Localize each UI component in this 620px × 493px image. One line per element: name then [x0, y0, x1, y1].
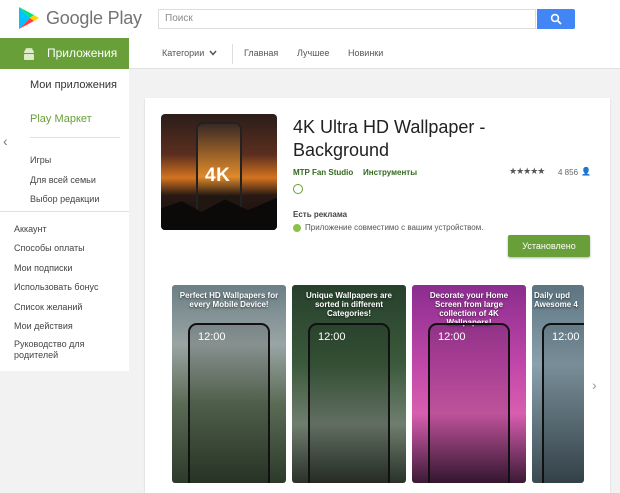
screenshot-4[interactable]: Daily upd Awesome 4 12:00: [532, 285, 584, 483]
google-play-logo[interactable]: Google Play: [18, 6, 158, 32]
app-icon: 4K: [161, 114, 277, 230]
app-title: 4K Ultra HD Wallpaper - Background: [293, 117, 486, 160]
chevron-left-icon[interactable]: ‹: [3, 133, 8, 149]
rating-count: 4 856: [558, 168, 579, 177]
sidebar-main: Мои приложения Play Маркет Игры Для всей…: [0, 69, 129, 211]
sidebar-item-subscriptions[interactable]: Мои подписки: [14, 263, 124, 274]
nav-divider: [232, 44, 233, 64]
search-icon: [550, 13, 562, 25]
nav-categories-label: Категории: [162, 48, 205, 58]
nav-bar: Приложения Категории Главная Лучшее Нови…: [0, 38, 620, 69]
installed-button[interactable]: Установлено: [508, 235, 590, 257]
search-input[interactable]: Поиск: [158, 9, 536, 29]
screenshot-caption: Daily upd Awesome 4: [534, 291, 578, 309]
sidebar-play-market[interactable]: Play Маркет: [30, 113, 92, 125]
content-rating-icon: [293, 184, 303, 194]
clock-text: 12:00: [552, 331, 580, 343]
sidebar-account: Аккаунт Способы оплаты Мои подписки Испо…: [0, 211, 129, 371]
sidebar-item-activity[interactable]: Мои действия: [14, 321, 124, 332]
sidebar-item-editors-choice[interactable]: Выбор редакции: [30, 194, 99, 204]
category-link[interactable]: Инструменты: [363, 168, 417, 177]
search-placeholder: Поиск: [165, 13, 193, 24]
screenshot-caption: Unique Wallpapers are sorted in differen…: [306, 291, 392, 318]
chevron-down-icon: [209, 50, 217, 56]
phone-frame: 12:00: [542, 323, 584, 483]
nav-top[interactable]: Лучшее: [297, 48, 329, 58]
phone-frame: 12:00: [428, 323, 510, 483]
phone-frame: 12:00: [308, 323, 390, 483]
sidebar-item-games[interactable]: Игры: [30, 155, 51, 165]
nav-categories[interactable]: Категории: [162, 48, 217, 58]
search-button[interactable]: [537, 9, 575, 29]
person-icon: 👤: [581, 167, 591, 176]
app-icon-text: 4K: [205, 165, 231, 186]
sidebar-item-redeem[interactable]: Использовать бонус: [14, 282, 124, 293]
ads-label: Есть реклама: [293, 210, 348, 219]
play-triangle-icon: [19, 7, 39, 29]
sidebar-item-family[interactable]: Для всей семьи: [30, 175, 96, 185]
check-icon: [293, 224, 301, 232]
chevron-right-icon[interactable]: ›: [592, 377, 597, 393]
android-icon: [24, 47, 34, 60]
app-details-card: 4K 4K Ultra HD Wallpaper - Background MT…: [145, 98, 610, 493]
screenshot-2[interactable]: Unique Wallpapers are sorted in differen…: [292, 285, 406, 483]
installed-button-label: Установлено: [522, 241, 576, 251]
compat-text: Приложение совместимо с вашим устройство…: [305, 223, 484, 232]
screenshot-3[interactable]: Decorate your Home Screen from large col…: [412, 285, 526, 483]
sidebar-divider: [30, 137, 120, 138]
clock-text: 12:00: [318, 331, 346, 343]
screenshot-caption: Decorate your Home Screen from large col…: [429, 291, 509, 327]
clock-text: 12:00: [198, 331, 226, 343]
tab-apps-label: Приложения: [47, 46, 118, 60]
tab-apps[interactable]: Приложения: [0, 38, 129, 69]
sidebar-item-parent-guide[interactable]: Руководство для родителей: [14, 339, 124, 361]
screenshot-caption: Perfect HD Wallpapers for every Mobile D…: [179, 291, 279, 309]
phone-frame: 12:00: [188, 323, 270, 483]
sidebar-item-account[interactable]: Аккаунт: [14, 224, 124, 235]
clock-text: 12:00: [438, 331, 466, 343]
logo-text: Google Play: [46, 8, 142, 28]
nav-new[interactable]: Новинки: [348, 48, 383, 58]
nav-home[interactable]: Главная: [244, 48, 278, 58]
star-rating-icon: ★★★★★: [509, 166, 545, 176]
sidebar-item-wishlist[interactable]: Список желаний: [14, 302, 124, 313]
screenshot-1[interactable]: Perfect HD Wallpapers for every Mobile D…: [172, 285, 286, 483]
sidebar-item-payment[interactable]: Способы оплаты: [14, 243, 124, 254]
developer-link[interactable]: MTP Fan Studio: [293, 168, 353, 177]
sidebar-my-apps[interactable]: Мои приложения: [30, 77, 120, 93]
top-header: Google Play Поиск: [0, 0, 620, 38]
